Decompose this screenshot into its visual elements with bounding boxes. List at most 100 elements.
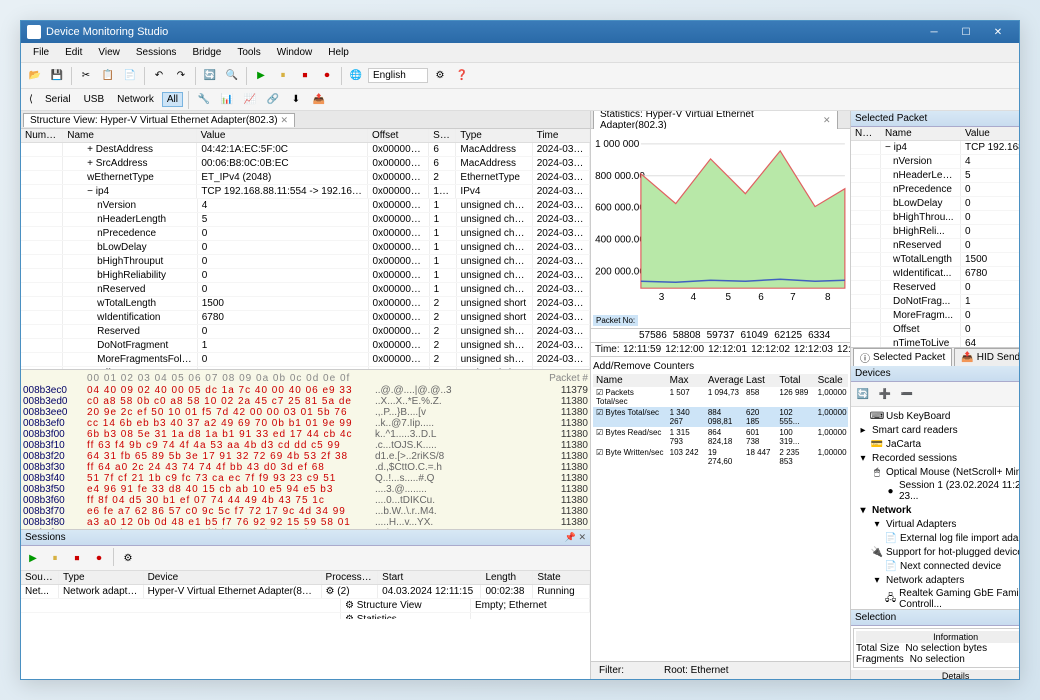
tool6-icon[interactable]: 📤 bbox=[309, 90, 329, 110]
sess-rec-icon[interactable]: ⏺ bbox=[89, 548, 109, 568]
undo-icon[interactable]: ↶ bbox=[149, 66, 169, 86]
structure-table[interactable]: NumberNameValueOffsetSizeTypeTime + Dest… bbox=[21, 129, 590, 369]
sess-opt-icon[interactable]: ⚙ bbox=[118, 548, 138, 568]
structure-row[interactable]: + SrcAddress00:06:B8:0C:0B:EC0x000000066… bbox=[21, 157, 590, 171]
device-node[interactable]: 🔌Support for hot-plugged devices bbox=[853, 545, 1019, 559]
menu-sessions[interactable]: Sessions bbox=[128, 45, 185, 60]
packet-field-row[interactable]: MoreFragm...0 bbox=[851, 309, 1019, 323]
open-icon[interactable]: 📂 bbox=[25, 66, 45, 86]
structure-row[interactable]: nVersion40x0000000e1unsigned char:42024-… bbox=[21, 199, 590, 213]
menu-tools[interactable]: Tools bbox=[229, 45, 268, 60]
pause-icon[interactable]: ⏸ bbox=[273, 66, 293, 86]
structure-row[interactable]: bHighThrouput00x0000000f1unsigned char:1… bbox=[21, 255, 590, 269]
menu-bridge[interactable]: Bridge bbox=[184, 45, 229, 60]
dev-add-icon[interactable]: ➕ bbox=[875, 384, 895, 404]
redo-icon[interactable]: ↷ bbox=[171, 66, 191, 86]
packet-field-row[interactable]: nHeaderLen...5 bbox=[851, 169, 1019, 183]
menu-edit[interactable]: Edit bbox=[57, 45, 90, 60]
session-sub-row[interactable]: ⚙ Structure ViewEmpty; Ethernet bbox=[21, 599, 590, 613]
pin-icon[interactable]: 📌 ✕ bbox=[565, 532, 586, 543]
structure-row[interactable]: bLowDelay00x0000000f1unsigned char:12024… bbox=[21, 241, 590, 255]
device-node[interactable]: ▾Network adapters bbox=[853, 573, 1019, 587]
device-node[interactable]: 💳JaCarta bbox=[853, 437, 1019, 451]
find-icon[interactable]: 🔍 bbox=[222, 66, 242, 86]
cut-icon[interactable]: ✂ bbox=[76, 66, 96, 86]
selected-packet-table[interactable]: Na...NameValue − ip4TCP 192.168.88...nVe… bbox=[851, 127, 1019, 347]
counter-row[interactable]: ☑ Byte Written/sec103 24219 274,6018 447… bbox=[593, 447, 848, 467]
play-icon[interactable]: ▶ bbox=[251, 66, 271, 86]
globe-icon[interactable]: 🌐 bbox=[346, 66, 366, 86]
packet-field-row[interactable]: nTimeToLive64 bbox=[851, 337, 1019, 347]
device-node[interactable]: ▾Virtual Adapters bbox=[853, 517, 1019, 531]
structure-row[interactable]: wIdentification67800x000000122unsigned s… bbox=[21, 311, 590, 325]
structure-row[interactable]: bHighReliability00x0000000f1unsigned cha… bbox=[21, 269, 590, 283]
menu-help[interactable]: Help bbox=[320, 45, 357, 60]
structure-row[interactable]: Reserved00x000000142unsigned shor...2024… bbox=[21, 325, 590, 339]
packet-field-row[interactable]: DoNotFrag...1 bbox=[851, 295, 1019, 309]
device-node[interactable]: 📄External log file import adapter bbox=[853, 531, 1019, 545]
tool4-icon[interactable]: 🔗 bbox=[263, 90, 283, 110]
menu-window[interactable]: Window bbox=[269, 45, 321, 60]
tool5-icon[interactable]: ⬇ bbox=[286, 90, 306, 110]
tool3-icon[interactable]: 📈 bbox=[240, 90, 260, 110]
device-node[interactable]: ●Session 1 (23.02.2024 11:23:30... 23... bbox=[853, 479, 1019, 503]
stats-chart[interactable]: 1 000 000 800 000.00 600 000.00 400 000.… bbox=[591, 129, 850, 329]
maximize-button[interactable]: ☐ bbox=[951, 23, 981, 41]
structure-row[interactable]: − ip4TCP 192.168.88.11:554 -> 192.168.88… bbox=[21, 185, 590, 199]
counter-row[interactable]: ☑ Packets Total/sec1 5071 094,73858126 9… bbox=[593, 387, 848, 407]
hex-viewer[interactable]: 00 01 02 03 04 05 06 07 08 09 0a 0b 0c 0… bbox=[21, 369, 590, 529]
paste-icon[interactable]: 📄 bbox=[120, 66, 140, 86]
tab-hid-send[interactable]: 📤 HID Send bbox=[954, 348, 1019, 366]
help-icon[interactable]: ❓ bbox=[452, 66, 472, 86]
filter-usb[interactable]: USB bbox=[79, 92, 110, 107]
close-tab-icon[interactable]: ✕ bbox=[823, 115, 831, 126]
sess-pause-icon[interactable]: ⏸ bbox=[45, 548, 65, 568]
structure-tab[interactable]: Structure View: Hyper-V Virtual Ethernet… bbox=[23, 113, 295, 127]
device-node[interactable]: ▾Recorded sessions bbox=[853, 451, 1019, 465]
tab-selected-packet[interactable]: ⓘ Selected Packet bbox=[853, 348, 952, 366]
session-sub-row[interactable]: ⚙ Statistics bbox=[21, 613, 590, 619]
packet-field-row[interactable]: bHighThrou...0 bbox=[851, 211, 1019, 225]
tool-icon[interactable]: 🔧 bbox=[194, 90, 214, 110]
devices-tree[interactable]: ⌨Usb KeyBoard▸Smart card readers💳JaCarta… bbox=[851, 407, 1019, 609]
sess-stop-icon[interactable]: ⏹ bbox=[67, 548, 87, 568]
session-row[interactable]: Net... Network adapters Hyper-V Virtual … bbox=[21, 585, 590, 599]
structure-row[interactable]: + DestAddress04:42:1A:EC:5F:0C0x00000000… bbox=[21, 143, 590, 157]
packet-field-row[interactable]: bLowDelay0 bbox=[851, 197, 1019, 211]
packet-field-row[interactable]: nPrecedence0 bbox=[851, 183, 1019, 197]
structure-row[interactable]: wTotalLength15000x000000102unsigned shor… bbox=[21, 297, 590, 311]
device-node[interactable]: ▾Network bbox=[853, 503, 1019, 517]
counter-row[interactable]: ☑ Bytes Total/sec1 340 267884 098,81620 … bbox=[593, 407, 848, 427]
language-select[interactable]: English bbox=[368, 68, 428, 83]
close-button[interactable]: ✕ bbox=[983, 23, 1013, 41]
close-tab-icon[interactable]: ✕ bbox=[281, 115, 289, 126]
filter-network[interactable]: Network bbox=[112, 92, 159, 107]
minimize-button[interactable]: ─ bbox=[919, 23, 949, 41]
sess-play-icon[interactable]: ▶ bbox=[23, 548, 43, 568]
structure-row[interactable]: nPrecedence00x0000000f1unsigned char:320… bbox=[21, 227, 590, 241]
packet-field-row[interactable]: Offset0 bbox=[851, 323, 1019, 337]
structure-row[interactable]: nHeaderLength50x0000000e1unsigned char:4… bbox=[21, 213, 590, 227]
packet-field-row[interactable]: nReserved0 bbox=[851, 239, 1019, 253]
filter-serial[interactable]: Serial bbox=[40, 92, 76, 107]
device-node[interactable]: ⌨Usb KeyBoard bbox=[853, 409, 1019, 423]
packet-field-row[interactable]: nVersion4 bbox=[851, 155, 1019, 169]
structure-row[interactable]: DoNotFragment10x000000142unsigned shor..… bbox=[21, 339, 590, 353]
packet-field-row[interactable]: Reserved0 bbox=[851, 281, 1019, 295]
device-node[interactable]: 🖱Optical Mouse (NetScroll+ Mini Tra... bbox=[853, 465, 1019, 479]
refresh-icon[interactable]: 🔄 bbox=[200, 66, 220, 86]
packet-field-row[interactable]: wIdentificat...6780 bbox=[851, 267, 1019, 281]
tool2-icon[interactable]: 📊 bbox=[217, 90, 237, 110]
packet-field-row[interactable]: bHighReli...0 bbox=[851, 225, 1019, 239]
structure-row[interactable]: nReserved00x0000000f1unsigned char:22024… bbox=[21, 283, 590, 297]
dev-refresh-icon[interactable]: 🔄 bbox=[853, 384, 873, 404]
copy-icon[interactable]: 📋 bbox=[98, 66, 118, 86]
structure-row[interactable]: wEthernetTypeET_IPv4 (2048)0x0000000c2Et… bbox=[21, 171, 590, 185]
settings-icon[interactable]: ⚙ bbox=[430, 66, 450, 86]
counter-row[interactable]: ☑ Bytes Read/sec1 315 793864 824,18601 7… bbox=[593, 427, 848, 447]
structure-row[interactable]: MoreFragmentsFollow00x000000142unsigned … bbox=[21, 353, 590, 367]
packet-field-row[interactable]: wTotalLength1500 bbox=[851, 253, 1019, 267]
dev-tool-icon[interactable]: 🔧 bbox=[1016, 384, 1019, 404]
packet-field-row[interactable]: − ip4TCP 192.168.88... bbox=[851, 141, 1019, 155]
stop-icon[interactable]: ⏹ bbox=[295, 66, 315, 86]
